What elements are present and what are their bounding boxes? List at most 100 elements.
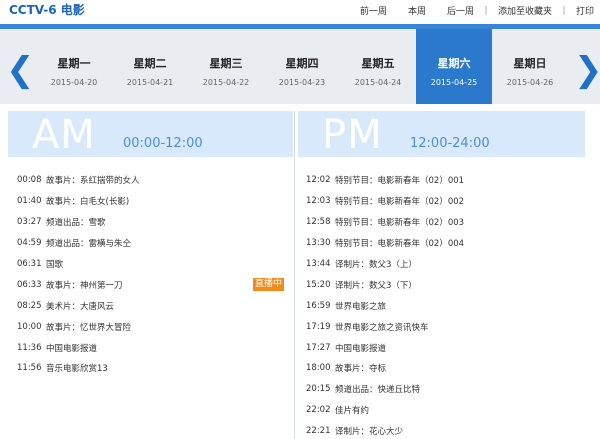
column-divider (294, 111, 295, 439)
print-link[interactable]: 打印 (576, 4, 594, 17)
program-time: 22:21 (306, 426, 331, 437)
program-title: 译制片：数父3（上） (335, 260, 417, 270)
next-week-link[interactable]: 后一周 (447, 4, 474, 17)
channel-title: CCTV-6 电影 (9, 3, 85, 17)
program-time: 10:00 (17, 321, 42, 332)
program-row[interactable]: 18:00 故事片：夺标 (306, 358, 591, 379)
program-row[interactable]: 13:44 译制片：数父3（上） (306, 254, 591, 275)
program-time: 11:36 (17, 342, 42, 353)
program-title: 国歌 (46, 260, 64, 270)
program-time: 11:56 (17, 363, 42, 374)
day-tab-date: 2015-04-21 (126, 78, 174, 87)
program-row[interactable]: 16:59 世界电影之旅 (306, 295, 591, 316)
program-time: 00:08 (17, 175, 42, 186)
program-row[interactable]: 00:08 故事片：系红揣带的女人 (17, 170, 287, 191)
program-title: 音乐电影欣赏13 (46, 364, 108, 375)
program-title: 特别节目：电影新春年（02）003 (335, 218, 465, 229)
top-bar: CCTV-6 电影 前一周 本周 后一周 | 添加至收藏夹 | 打印 (0, 0, 600, 22)
am-program-list: 00:08 故事片：系红揣带的女人 01:40 故事片：白毛女(长影) 03:27 频道出… (17, 170, 287, 379)
program-time: 12:58 (306, 217, 331, 228)
day-tab-name: 星期五 (361, 57, 395, 70)
program-row[interactable]: 08:25 美术片：大唐风云 (17, 295, 287, 316)
program-row[interactable]: 22:21 译制片：花心大少 (306, 421, 591, 439)
day-tab[interactable]: 星期一 2015-04-20 (36, 29, 112, 104)
program-title: 世界电影之旅之资讯快车 (335, 322, 429, 333)
program-time: 17:27 (306, 342, 331, 353)
program-time: 08:25 (17, 300, 42, 311)
program-row[interactable]: 12:02 特别节目：电影新春年（02）001 (306, 170, 591, 191)
program-title: 中国电影报道 (335, 343, 387, 354)
program-time: 22:02 (306, 405, 331, 416)
program-row[interactable]: 20:15 频道出品：快递丘比特 (306, 379, 591, 400)
pm-header: PM 12:00-24:00 (298, 111, 585, 157)
program-title: 特别节目：电影新春年（02）001 (335, 176, 465, 187)
day-navigator: ❮ 星期一 2015-04-20 星期二 2015-04-21 星期三 2015-04-2… (0, 24, 600, 104)
program-title: 频道出品：快递丘比特 (335, 385, 421, 396)
day-tab[interactable]: 星期五 2015-04-24 (340, 29, 416, 104)
program-time: 18:00 (306, 363, 331, 374)
program-title: 佳片有约 (335, 406, 370, 417)
day-tab-name: 星期一 (57, 57, 91, 70)
program-title: 译制片：花心大少 (335, 427, 404, 438)
program-row[interactable]: 10:00 故事片：忆世界大冒险 (17, 316, 287, 337)
prev-arrow-icon[interactable]: ❮ (6, 53, 35, 89)
day-tab[interactable]: 星期日 2015-04-26 (492, 29, 568, 104)
program-title: 美术片：大唐风云 (46, 301, 115, 312)
program-title: 特别节目：电影新春年（02）002 (335, 197, 465, 208)
program-title: 故事片：白毛女(长影) (46, 197, 130, 208)
top-links: 前一周 本周 后一周 | 添加至收藏夹 | 打印 (360, 4, 594, 18)
add-bookmark-link[interactable]: 添加至收藏夹 (498, 4, 552, 17)
am-label: AM (32, 112, 96, 157)
program-row[interactable]: 12:03 特别节目：电影新春年（02）002 (306, 191, 591, 212)
day-tab[interactable]: 星期六 2015-04-25 (416, 29, 492, 104)
program-time: 03:27 (17, 217, 42, 228)
program-time: 04:59 (17, 238, 42, 249)
day-tab-name: 星期日 (513, 57, 547, 70)
day-tab[interactable]: 星期二 2015-04-21 (112, 29, 188, 104)
program-row[interactable]: 06:31 国歌 (17, 254, 287, 275)
program-row[interactable]: 01:40 故事片：白毛女(长影) (17, 191, 287, 212)
program-row[interactable]: 15:20 译制片：数父3（下） (306, 274, 591, 295)
program-row[interactable]: 03:27 频道出品：雪歌 (17, 212, 287, 233)
day-tab-date: 2015-04-23 (278, 78, 326, 87)
day-tab-name: 星期二 (133, 57, 167, 70)
program-row[interactable]: 04:59 频道出品：雷横与朱仝 (17, 233, 287, 254)
day-tab[interactable]: 星期四 2015-04-23 (264, 29, 340, 104)
program-time: 06:31 (17, 259, 42, 269)
pm-program-list: 12:02 特别节目：电影新春年（02）001 12:03 特别节目：电影新春年（02… (306, 170, 591, 439)
program-row[interactable]: 06:33 故事片：神州第一刀 直播中 (17, 274, 287, 295)
day-tab-date: 2015-04-26 (506, 78, 554, 87)
program-time: 01:40 (17, 196, 42, 207)
program-row[interactable]: 17:27 中国电影报道 (306, 337, 591, 358)
day-tab[interactable]: 星期三 2015-04-22 (188, 29, 264, 104)
this-week-link[interactable]: 本周 (408, 4, 426, 17)
day-tabs: 星期一 2015-04-20 星期二 2015-04-21 星期三 2015-04-22 星… (36, 29, 568, 104)
program-row[interactable]: 22:02 佳片有约 (306, 400, 591, 421)
day-tab-date: 2015-04-20 (50, 78, 98, 87)
program-title: 故事片：神州第一刀 (46, 280, 123, 291)
day-tab-name: 星期六 (437, 57, 471, 70)
pm-label: PM (322, 112, 383, 157)
program-time: 12:03 (306, 196, 331, 207)
program-title: 故事片：忆世界大冒险 (46, 322, 132, 333)
program-row[interactable]: 11:36 中国电影报道 (17, 337, 287, 358)
prev-week-link[interactable]: 前一周 (360, 4, 387, 17)
next-arrow-icon[interactable]: ❯ (574, 53, 600, 89)
program-time: 12:02 (306, 175, 331, 186)
program-time: 17:19 (306, 321, 331, 332)
program-title: 故事片：系红揣带的女人 (46, 176, 140, 187)
program-title: 世界电影之旅 (335, 301, 387, 312)
program-row[interactable]: 12:58 特别节目：电影新春年（02）003 (306, 212, 591, 233)
program-title: 特别节目：电影新春年（02）004 (335, 239, 465, 250)
program-time: 15:20 (306, 279, 331, 290)
program-title: 频道出品：雷横与朱仝 (46, 239, 132, 250)
live-badge[interactable]: 直播中 (252, 278, 284, 292)
program-time: 20:15 (306, 384, 331, 395)
program-time: 13:44 (306, 259, 331, 269)
program-title: 译制片：数父3（下） (335, 280, 417, 291)
program-time: 13:30 (306, 238, 331, 249)
program-row[interactable]: 13:30 特别节目：电影新春年（02）004 (306, 233, 591, 254)
am-header: AM 00:00-12:00 (8, 111, 293, 157)
program-row[interactable]: 17:19 世界电影之旅之资讯快车 (306, 316, 591, 337)
program-row[interactable]: 11:56 音乐电影欣赏13 (17, 358, 287, 379)
